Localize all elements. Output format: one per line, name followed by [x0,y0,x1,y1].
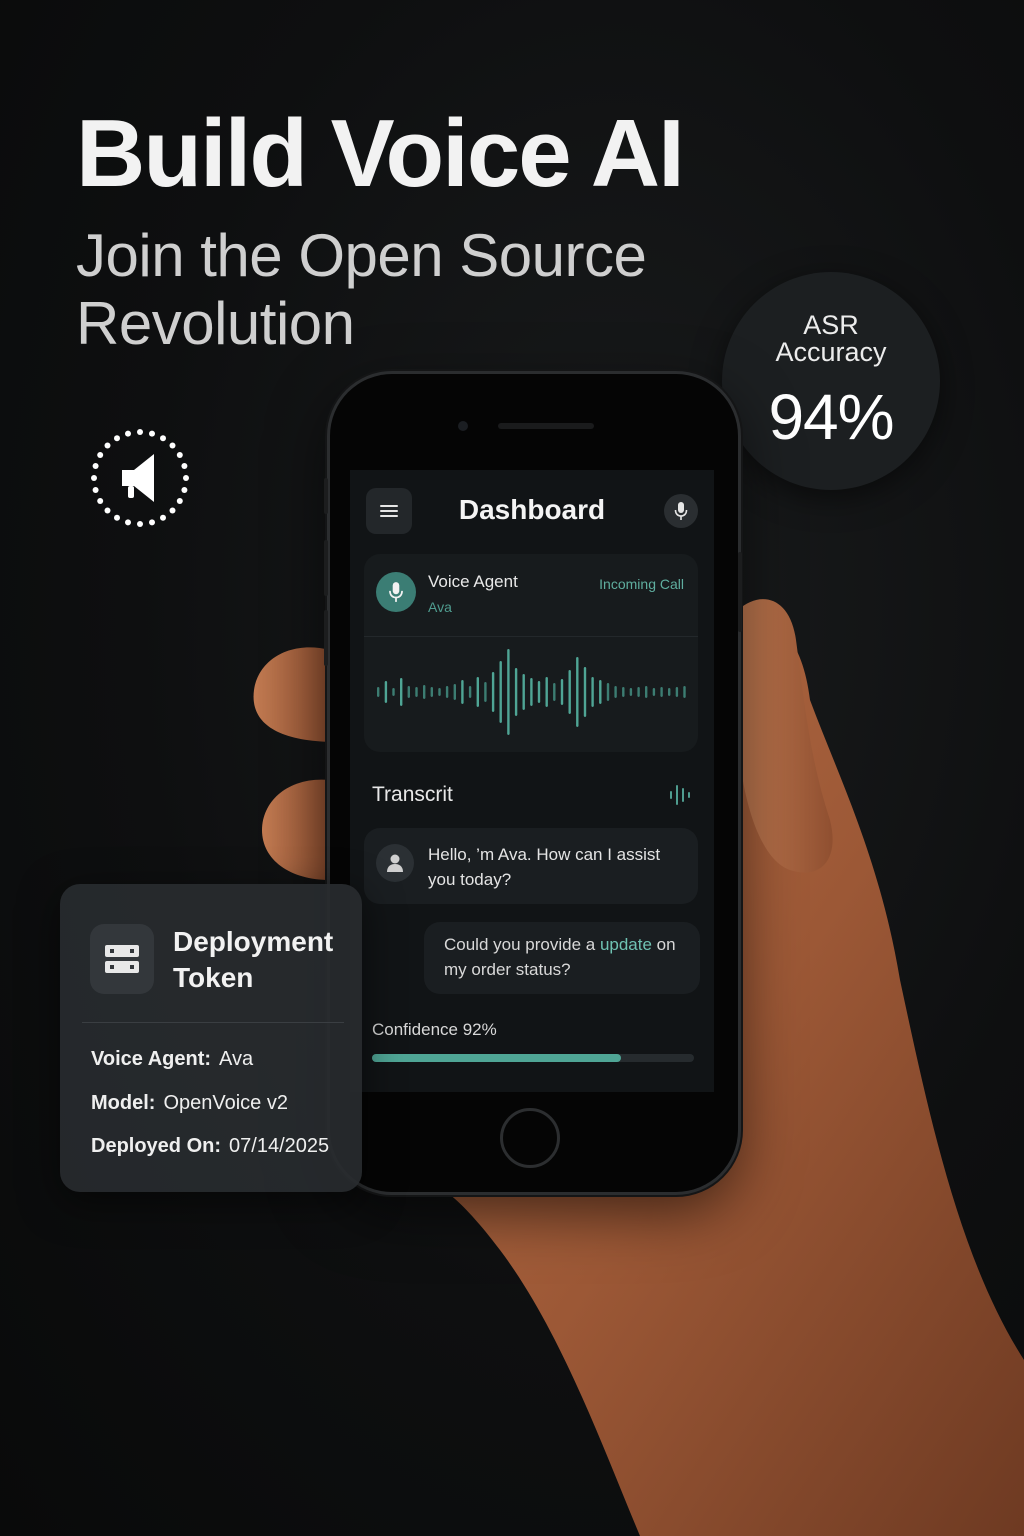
deployment-row-key: Model: [91,1092,156,1114]
waveform-bar [461,680,464,704]
user-message-bubble: Could you provide a update on my order s… [424,922,700,994]
deployment-row-value: 07/14/2025 [229,1135,330,1157]
agent-avatar [376,572,416,612]
deployment-row-key: Voice Agent: [91,1048,212,1070]
waveform-bar [576,657,579,727]
phone-side-button [324,478,328,514]
waveform-bar [560,679,564,705]
waveform-bar [545,677,548,707]
app-header: Dashboard [350,470,714,554]
waveform-bar [645,686,648,698]
user-message-text: Could you provide a update on my order s… [444,932,694,982]
waveform-bar [591,677,594,707]
waveform-bar [614,686,617,698]
transcript-title: Transcrit [372,783,453,806]
waveform-bar [377,687,380,697]
waveform-bar [522,674,525,710]
microphone-icon [674,502,688,520]
deployment-row-date: Deployed On: 07/14/2025 [91,1135,329,1158]
deployment-token-card[interactable]: Deployment Token Voice Agent: Ava Model: O… [60,884,362,1192]
deployment-card-title: Deployment Token [173,926,334,993]
deployment-icon-tile [90,924,154,994]
waveform-bar [468,686,472,698]
waveform-bar [407,686,410,698]
waveform-bar [514,668,518,716]
deployment-row-agent: Voice Agent: Ava [91,1048,253,1071]
waveform-bar [622,687,625,697]
waveform-bar [491,672,495,712]
home-button[interactable] [500,1108,560,1168]
agent-card-title: Voice Agent [428,572,518,591]
waveform-bar [668,688,671,696]
waveform-bar [445,686,449,698]
user-message-part: Could you provide a [444,935,600,954]
waveform-bar [583,667,587,717]
waveform-icon [670,785,690,805]
waveform-bar [637,687,640,697]
waveform-bar [683,686,686,698]
microphone-button[interactable] [664,494,698,528]
server-icon [105,945,139,973]
waveform-bar [568,670,571,714]
earpiece-speaker [498,423,594,429]
phone-screen: Dashboard Voice Agent Ava Incoming Call … [350,470,714,1092]
card-divider [364,636,698,637]
deployment-row-value: OpenVoice v2 [163,1092,288,1114]
waveform-bar [537,681,541,703]
page-title: Dashboard [458,494,606,525]
waveform-bar [660,687,663,697]
waveform-bar [507,649,510,735]
waveform-bar [499,661,502,723]
front-camera [458,421,468,431]
waveform-bar [392,688,395,696]
waveform-bar [430,687,433,697]
phone-side-button [738,552,742,632]
waveform-bar [629,688,633,696]
agent-message-bubble: Hello, ’m Ava. How can I assist you toda… [364,828,698,904]
agent-message-avatar [376,844,414,882]
confidence-label: Confidence 92% [372,1020,497,1039]
microphone-icon [389,582,403,602]
phone-side-button [324,540,328,596]
agent-message-text: Hello, ’m Ava. How can I assist you toda… [428,845,661,889]
waveform-bar [384,681,388,703]
waveform-bar [400,678,403,706]
waveform-bar [415,687,418,697]
waveform-bar [530,678,533,706]
user-message-highlight: update [599,935,652,954]
waveform-bar [599,680,602,704]
waveform-bar [476,677,479,707]
waveform-bar [606,683,610,701]
waveform-bar [553,683,556,701]
confidence-bar-fill [372,1054,621,1062]
confidence-bar [372,1054,694,1062]
waveform-bar [453,684,456,700]
deployment-row-model: Model: OpenVoice v2 [91,1092,288,1115]
deployment-row-key: Deployed On: [91,1135,222,1157]
waveform-bar [438,688,441,696]
waveform-bar [484,682,487,702]
waveform-bar [652,688,656,696]
voice-agent-card[interactable]: Voice Agent Ava Incoming Call [364,554,698,752]
audio-waveform [377,649,686,735]
agent-card-agent-name: Ava [428,599,452,615]
user-icon [387,854,403,872]
deployment-card-divider [82,1022,344,1023]
deployment-row-value: Ava [219,1048,254,1070]
phone-side-button [324,610,328,666]
call-status-label: Incoming Call [599,576,684,592]
waveform-bar [423,685,426,699]
waveform-bar [675,687,679,697]
